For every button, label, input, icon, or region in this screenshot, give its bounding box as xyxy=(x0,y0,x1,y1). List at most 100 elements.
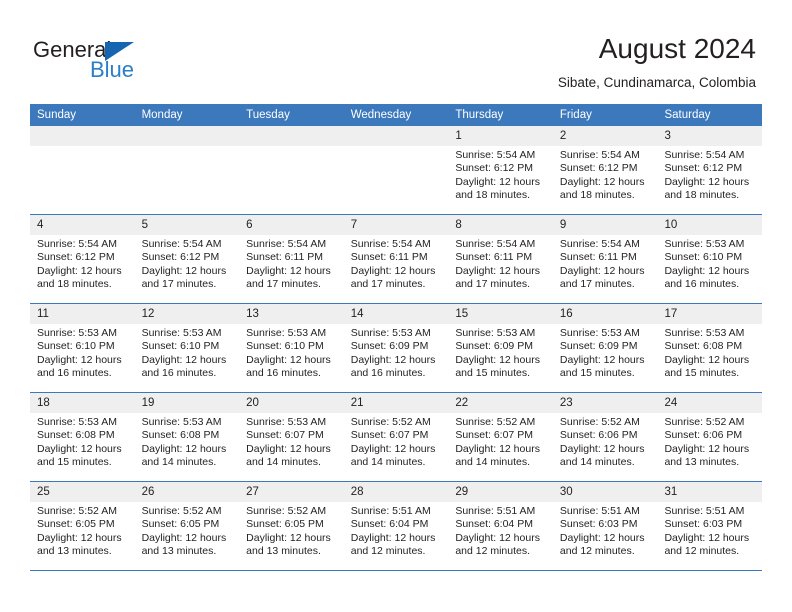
day-sun-info: Sunrise: 5:54 AM Sunset: 6:11 PM Daylight:… xyxy=(448,235,553,292)
sunrise-text: Sunrise: 5:52 AM xyxy=(141,505,222,517)
day-cell[interactable]: 1 Sunrise: 5:54 AM Sunset: 6:12 PM Daylight… xyxy=(448,126,553,214)
day-number: 13 xyxy=(246,308,259,320)
daylight-text: Daylight: 12 hours and 14 minutes. xyxy=(246,442,331,469)
day-number-band: 27 xyxy=(239,482,344,502)
day-cell[interactable]: 4 Sunrise: 5:54 AM Sunset: 6:12 PM Daylight… xyxy=(30,215,135,303)
day-cell[interactable]: 20 Sunrise: 5:53 AM Sunset: 6:07 PM Dayligh… xyxy=(239,393,344,481)
sunrise-text: Sunrise: 5:53 AM xyxy=(141,416,222,428)
day-number-band: 30 xyxy=(552,482,658,502)
sunrise-text: Sunrise: 5:54 AM xyxy=(664,149,745,161)
daylight-text: Daylight: 12 hours and 15 minutes. xyxy=(455,353,540,380)
day-number-band: 9 xyxy=(552,215,658,235)
day-sun-info: Sunrise: 5:54 AM Sunset: 6:12 PM Daylight:… xyxy=(448,146,553,203)
day-sun-info: Sunrise: 5:53 AM Sunset: 6:08 PM Daylight:… xyxy=(135,413,240,470)
day-cell[interactable]: 17 Sunrise: 5:53 AM Sunset: 6:08 PM Dayligh… xyxy=(657,304,763,392)
day-sun-info: Sunrise: 5:52 AM Sunset: 6:06 PM Daylight:… xyxy=(553,413,658,470)
day-cell[interactable]: 5 Sunrise: 5:54 AM Sunset: 6:12 PM Daylight… xyxy=(134,215,240,303)
day-sun-info: Sunrise: 5:54 AM Sunset: 6:11 PM Daylight:… xyxy=(344,235,449,292)
daylight-text: Daylight: 12 hours and 17 minutes. xyxy=(455,264,540,291)
sunrise-text: Sunrise: 5:52 AM xyxy=(37,505,117,517)
day-cell[interactable]: 7 Sunrise: 5:54 AM Sunset: 6:11 PM Daylight… xyxy=(343,215,449,303)
day-cell[interactable]: 6 Sunrise: 5:54 AM Sunset: 6:11 PM Daylight… xyxy=(239,215,344,303)
sunset-text: Sunset: 6:11 PM xyxy=(455,251,533,264)
day-number-band: 13 xyxy=(239,304,344,324)
day-sun-info: Sunrise: 5:53 AM Sunset: 6:09 PM Daylight:… xyxy=(448,324,553,381)
weekday-header-tuesday: Tuesday xyxy=(246,109,290,121)
daylight-text: Daylight: 12 hours and 18 minutes. xyxy=(664,175,750,202)
page-subtitle-location: Sibate, Cundinamarca, Colombia xyxy=(557,75,756,90)
day-cell[interactable]: 29 Sunrise: 5:51 AM Sunset: 6:04 PM Dayligh… xyxy=(448,482,553,570)
daylight-text: Daylight: 12 hours and 18 minutes. xyxy=(37,264,122,291)
sunrise-text: Sunrise: 5:53 AM xyxy=(141,327,222,339)
daylight-text: Daylight: 12 hours and 12 minutes. xyxy=(559,531,645,558)
day-cell[interactable]: 9 Sunrise: 5:54 AM Sunset: 6:11 PM Daylight… xyxy=(552,215,658,303)
sunrise-text: Sunrise: 5:52 AM xyxy=(350,416,431,428)
day-cell[interactable]: 13 Sunrise: 5:53 AM Sunset: 6:10 PM Dayligh… xyxy=(239,304,344,392)
sunset-text: Sunset: 6:06 PM xyxy=(664,429,743,442)
day-number: 22 xyxy=(455,397,469,409)
day-number-band: 10 xyxy=(657,215,763,235)
day-sun-info: Sunrise: 5:54 AM Sunset: 6:12 PM Daylight:… xyxy=(657,146,762,203)
calendar-week-body: 1 Sunrise: 5:54 AM Sunset: 6:12 PM Daylight… xyxy=(30,126,763,571)
day-sun-info: Sunrise: 5:53 AM Sunset: 6:10 PM Daylight:… xyxy=(239,324,344,381)
day-cell[interactable]: 26 Sunrise: 5:52 AM Sunset: 6:05 PM Dayligh… xyxy=(134,482,240,570)
day-cell[interactable]: 25 Sunrise: 5:52 AM Sunset: 6:05 PM Dayligh… xyxy=(30,482,135,570)
sunrise-text: Sunrise: 5:54 AM xyxy=(246,238,327,250)
day-number: 26 xyxy=(141,486,155,498)
sunrise-text: Sunrise: 5:54 AM xyxy=(350,238,431,250)
day-number-band xyxy=(343,126,449,146)
day-number-band: 14 xyxy=(343,304,449,324)
day-number: 27 xyxy=(246,486,259,498)
day-cell[interactable]: 21 Sunrise: 5:52 AM Sunset: 6:07 PM Dayligh… xyxy=(343,393,449,481)
general-blue-logo[interactable]: General Blue xyxy=(33,38,183,84)
day-cell[interactable]: 11 Sunrise: 5:53 AM Sunset: 6:10 PM Dayligh… xyxy=(30,304,135,392)
day-cell[interactable]: 28 Sunrise: 5:51 AM Sunset: 6:04 PM Dayligh… xyxy=(343,482,449,570)
sunrise-text: Sunrise: 5:53 AM xyxy=(350,327,431,339)
day-number-band xyxy=(30,126,135,146)
daylight-text: Daylight: 12 hours and 15 minutes. xyxy=(37,442,122,469)
day-sun-info: Sunrise: 5:53 AM Sunset: 6:08 PM Daylight:… xyxy=(657,324,762,381)
sunrise-text: Sunrise: 5:53 AM xyxy=(559,327,640,339)
sunset-text: Sunset: 6:12 PM xyxy=(455,162,533,175)
sunrise-text: Sunrise: 5:51 AM xyxy=(559,505,640,517)
day-cell[interactable]: 18 Sunrise: 5:53 AM Sunset: 6:08 PM Dayligh… xyxy=(30,393,135,481)
day-sun-info: Sunrise: 5:52 AM Sunset: 6:05 PM Daylight:… xyxy=(30,502,135,559)
day-number: 21 xyxy=(350,397,364,409)
day-number-band: 6 xyxy=(239,215,344,235)
daylight-text: Daylight: 12 hours and 16 minutes. xyxy=(664,264,750,291)
day-number-band: 7 xyxy=(343,215,449,235)
daylight-text: Daylight: 12 hours and 14 minutes. xyxy=(350,442,436,469)
day-cell[interactable]: 23 Sunrise: 5:52 AM Sunset: 6:06 PM Dayligh… xyxy=(552,393,658,481)
logo-text-blue: Blue xyxy=(90,57,135,82)
sunset-text: Sunset: 6:07 PM xyxy=(350,429,429,442)
day-cell[interactable]: 3 Sunrise: 5:54 AM Sunset: 6:12 PM Daylight… xyxy=(657,126,763,214)
day-cell[interactable]: 22 Sunrise: 5:52 AM Sunset: 6:07 PM Dayligh… xyxy=(448,393,553,481)
daylight-text: Daylight: 12 hours and 13 minutes. xyxy=(37,531,122,558)
day-cell[interactable]: 16 Sunrise: 5:53 AM Sunset: 6:09 PM Dayligh… xyxy=(552,304,658,392)
day-cell[interactable]: 2 Sunrise: 5:54 AM Sunset: 6:12 PM Daylight… xyxy=(552,126,658,214)
day-number: 29 xyxy=(455,486,469,498)
weekday-header-wednesday: Wednesday xyxy=(350,109,412,121)
day-cell[interactable]: 10 Sunrise: 5:53 AM Sunset: 6:10 PM Dayligh… xyxy=(657,215,763,303)
day-cell[interactable]: 12 Sunrise: 5:53 AM Sunset: 6:10 PM Dayligh… xyxy=(134,304,240,392)
daylight-text: Daylight: 12 hours and 16 minutes. xyxy=(37,353,122,380)
day-number: 15 xyxy=(455,308,469,320)
day-sun-info: Sunrise: 5:54 AM Sunset: 6:11 PM Daylight:… xyxy=(553,235,658,292)
day-cell[interactable]: 8 Sunrise: 5:54 AM Sunset: 6:11 PM Daylight… xyxy=(448,215,553,303)
day-cell[interactable]: 14 Sunrise: 5:53 AM Sunset: 6:09 PM Dayligh… xyxy=(343,304,449,392)
day-cell[interactable]: 30 Sunrise: 5:51 AM Sunset: 6:03 PM Dayligh… xyxy=(552,482,658,570)
sunrise-text: Sunrise: 5:53 AM xyxy=(664,327,745,339)
day-cell[interactable]: 27 Sunrise: 5:52 AM Sunset: 6:05 PM Dayligh… xyxy=(239,482,344,570)
day-cell[interactable]: 31 Sunrise: 5:51 AM Sunset: 6:03 PM Dayligh… xyxy=(657,482,763,570)
day-number-band: 22 xyxy=(448,393,553,413)
daylight-text: Daylight: 12 hours and 17 minutes. xyxy=(141,264,227,291)
day-number-band: 24 xyxy=(657,393,763,413)
day-cell[interactable]: 24 Sunrise: 5:52 AM Sunset: 6:06 PM Dayligh… xyxy=(657,393,763,481)
weekday-header-row: Sunday Monday Tuesday Wednesday Thursday Frid… xyxy=(30,104,762,126)
day-sun-info: Sunrise: 5:51 AM Sunset: 6:04 PM Daylight:… xyxy=(344,502,449,559)
sunrise-text: Sunrise: 5:54 AM xyxy=(455,149,536,161)
day-number-band: 29 xyxy=(448,482,553,502)
day-cell[interactable]: 19 Sunrise: 5:53 AM Sunset: 6:08 PM Dayligh… xyxy=(134,393,240,481)
day-cell[interactable]: 15 Sunrise: 5:53 AM Sunset: 6:09 PM Dayligh… xyxy=(448,304,553,392)
sunrise-text: Sunrise: 5:54 AM xyxy=(37,238,117,250)
